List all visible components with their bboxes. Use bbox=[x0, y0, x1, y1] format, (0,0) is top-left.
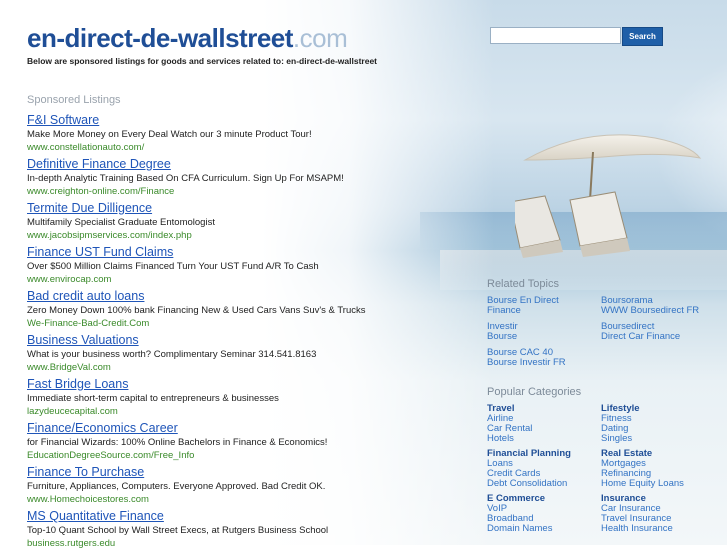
listing-title-link[interactable]: F&I Software bbox=[27, 113, 457, 128]
listing-description: What is your business worth? Complimenta… bbox=[27, 349, 317, 360]
category-item[interactable]: Debt Consolidation bbox=[487, 479, 567, 489]
listing-item: F&I Software Make More Money on Every De… bbox=[27, 113, 457, 154]
listing-item: Definitive Finance Degree In-depth Analy… bbox=[27, 157, 457, 198]
listing-title-link[interactable]: Business Valuations bbox=[27, 333, 457, 348]
category-item[interactable]: Hotels bbox=[487, 434, 514, 444]
listing-title-link[interactable]: Finance To Purchase bbox=[27, 465, 457, 480]
related-topic-line: Direct Car Finance bbox=[601, 331, 681, 342]
listing-title-link[interactable]: Fast Bridge Loans bbox=[27, 377, 457, 392]
listing-url-link[interactable]: www.Homechoicestores.com bbox=[27, 494, 457, 506]
related-topic-line: Finance bbox=[487, 305, 521, 316]
popular-categories-heading: Popular Categories bbox=[487, 386, 582, 398]
related-topic-link[interactable]: Bourse CAC 40 Bourse Investir FR bbox=[487, 348, 566, 368]
related-topic-link[interactable]: Boursorama WWW Boursedirect FR bbox=[601, 296, 699, 316]
listing-item: Fast Bridge Loans Immediate short-term c… bbox=[27, 377, 457, 418]
listing-description: Zero Money Down 100% bank Financing New … bbox=[27, 305, 366, 316]
category-item[interactable]: Domain Names bbox=[487, 524, 552, 534]
listing-url-link[interactable]: www.constellationauto.com/ bbox=[27, 142, 457, 154]
listing-url-link[interactable]: We-Finance-Bad-Credit.Com bbox=[27, 318, 457, 330]
listing-title-link[interactable]: Bad credit auto loans bbox=[27, 289, 457, 304]
listing-description: Immediate short-term capital to entrepre… bbox=[27, 393, 279, 404]
listing-url-link[interactable]: www.jacobsipmservices.com/index.php bbox=[27, 230, 457, 242]
listing-url-link[interactable]: www.creighton-online.com/Finance bbox=[27, 186, 457, 198]
category-item[interactable]: Singles bbox=[601, 434, 632, 444]
listing-item: Finance UST Fund Claims Over $500 Millio… bbox=[27, 245, 457, 286]
listing-url-link[interactable]: business.rutgers.edu bbox=[27, 538, 457, 550]
related-topic-line: Bourse Investir FR bbox=[487, 357, 566, 368]
listing-title-link[interactable]: MS Quantitative Finance bbox=[27, 509, 457, 524]
listing-title-link[interactable]: Finance UST Fund Claims bbox=[27, 245, 457, 260]
listing-url-link[interactable]: www.BridgeVal.com bbox=[27, 362, 457, 374]
listing-url-link[interactable]: EducationDegreeSource.com/Free_Info bbox=[27, 450, 457, 462]
listing-description: Furniture, Appliances, Computers. Everyo… bbox=[27, 481, 326, 492]
listing-description: Over $500 Million Claims Financed Turn Y… bbox=[27, 261, 319, 272]
search-button[interactable]: Search bbox=[622, 27, 663, 46]
related-topic-line: WWW Boursedirect FR bbox=[601, 305, 700, 316]
listing-item: Business Valuations What is your busines… bbox=[27, 333, 457, 374]
related-topic-link[interactable]: Bourse En Direct Finance bbox=[487, 296, 559, 316]
related-topic-link[interactable]: Investir Bourse bbox=[487, 322, 518, 342]
sponsored-subline: Below are sponsored listings for goods a… bbox=[27, 56, 378, 66]
listing-item: Finance/Economics Career for Financial W… bbox=[27, 421, 457, 462]
listing-description: Top-10 Quant School by Wall Street Execs… bbox=[27, 525, 329, 536]
search-input[interactable] bbox=[490, 27, 621, 44]
listing-description: Make More Money on Every Deal Watch our … bbox=[27, 129, 312, 140]
domain-title: en-direct-de-wallstreet.com bbox=[27, 22, 348, 54]
related-topic-link[interactable]: Boursedirect Direct Car Finance bbox=[601, 322, 680, 342]
listing-description: Multifamily Specialist Graduate Entomolo… bbox=[27, 217, 215, 228]
listing-item: Bad credit auto loans Zero Money Down 10… bbox=[27, 289, 457, 330]
category-item[interactable]: Health Insurance bbox=[601, 524, 673, 534]
listing-item: Termite Due Dilligence Multifamily Speci… bbox=[27, 201, 457, 242]
category-item[interactable]: Home Equity Loans bbox=[601, 479, 684, 489]
listing-item: MS Quantitative Finance Top-10 Quant Sch… bbox=[27, 509, 457, 550]
listing-title-link[interactable]: Definitive Finance Degree bbox=[27, 157, 457, 172]
related-topics-heading: Related Topics bbox=[487, 278, 559, 290]
domain-tld: .com bbox=[292, 23, 348, 53]
sponsored-listings-heading: Sponsored Listings bbox=[27, 94, 121, 106]
listing-title-link[interactable]: Finance/Economics Career bbox=[27, 421, 457, 436]
domain-name: en-direct-de-wallstreet bbox=[27, 23, 293, 53]
listing-title-link[interactable]: Termite Due Dilligence bbox=[27, 201, 457, 216]
listing-url-link[interactable]: www.envirocap.com bbox=[27, 274, 457, 286]
listing-url-link[interactable]: lazydeucecapital.com bbox=[27, 406, 457, 418]
related-topic-line: Bourse bbox=[487, 331, 518, 342]
listing-description: for Financial Wizards: 100% Online Bache… bbox=[27, 437, 328, 448]
listing-item: Finance To Purchase Furniture, Appliance… bbox=[27, 465, 457, 506]
listing-description: In-depth Analytic Training Based On CFA … bbox=[27, 173, 344, 184]
